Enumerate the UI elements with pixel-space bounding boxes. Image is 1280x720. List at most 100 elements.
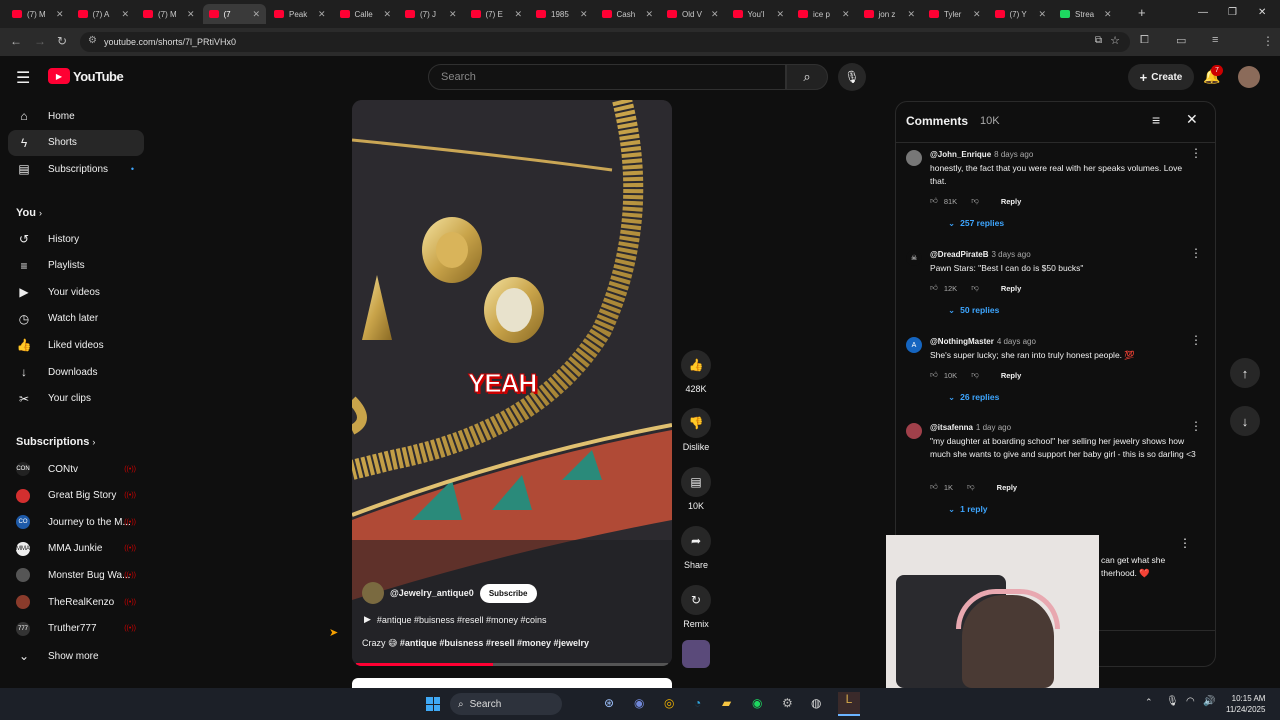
microphone-tray-icon[interactable]: 🎙 <box>1166 696 1179 707</box>
browser-tab[interactable]: ice p ✕ <box>792 4 856 24</box>
hamburger-menu-icon[interactable]: ☰ <box>16 68 30 88</box>
tab-close-icon[interactable]: ✕ <box>707 9 719 20</box>
comment-reply-button[interactable]: Reply <box>1001 197 1021 206</box>
next-video-preview[interactable] <box>352 678 672 688</box>
sidebar-item[interactable]: ↓ Downloads <box>8 359 144 385</box>
comment-like-icon[interactable]: 👍︎ <box>930 283 938 293</box>
close-comments-icon[interactable]: ✕ <box>1186 111 1198 128</box>
tab-close-icon[interactable]: ✕ <box>641 9 653 20</box>
comment-dislike-icon[interactable]: 👎︎ <box>971 283 979 293</box>
install-icon[interactable]: ⧉ <box>1095 35 1102 46</box>
shorts-video-player[interactable]: YEAH @Jewelry_antique0 Subscribe ▶ #anti… <box>352 100 672 666</box>
comment-like-icon[interactable]: 👍︎ <box>930 482 938 492</box>
chrome-icon[interactable]: ◎ <box>664 696 674 710</box>
tab-close-icon[interactable]: ✕ <box>379 9 391 20</box>
comments-button[interactable]: ▤ 10K <box>674 467 718 511</box>
menu-icon[interactable]: ⋮ <box>1262 34 1274 48</box>
file-explorer-icon[interactable]: ▰ <box>722 696 731 710</box>
browser-tab[interactable]: (7) M ✕ <box>6 4 70 24</box>
browser-tab[interactable]: Strea ✕ <box>1054 4 1118 24</box>
sidebar-item[interactable]: ▤ Subscriptions • <box>8 156 144 182</box>
minimize-icon[interactable]: — <box>1198 7 1208 18</box>
tab-close-icon[interactable]: ✕ <box>183 9 195 20</box>
share-button[interactable]: ➦ Share <box>674 526 718 570</box>
subscription-item[interactable]: Monster Bug Wa... ((•)) <box>8 562 144 588</box>
comment-like-icon[interactable]: 👍︎ <box>930 370 938 380</box>
sidebar-item[interactable]: ⌂ Home <box>8 103 144 129</box>
dislike-button[interactable]: 👎 Dislike <box>674 408 718 452</box>
wifi-icon[interactable]: ◠ <box>1186 696 1195 707</box>
comment-more-icon[interactable]: ⋮ <box>1190 146 1202 160</box>
media-icon[interactable]: ≡ <box>1212 34 1218 46</box>
comment-author[interactable]: @DreadPirateB <box>930 250 989 259</box>
clock[interactable]: 10:15 AM 11/24/2025 <box>1226 693 1265 715</box>
subscription-item[interactable]: MMA MMA Junkie ((•)) <box>8 536 144 562</box>
sort-comments-icon[interactable]: ≡ <box>1152 112 1160 128</box>
comment-more-icon[interactable]: ⋮ <box>1190 333 1202 347</box>
channel-name[interactable]: @Jewelry_antique0 <box>390 588 474 598</box>
subscription-item[interactable]: Great Big Story ((•)) <box>8 483 144 509</box>
search-input[interactable]: Search <box>428 64 786 90</box>
site-info-icon[interactable]: ⚙ <box>88 35 97 46</box>
view-replies-button[interactable]: ⌄ 50 replies <box>948 305 999 316</box>
volume-icon[interactable]: 🔊 <box>1203 696 1215 707</box>
comment-avatar[interactable] <box>906 423 922 439</box>
browser-tab[interactable]: jon z ✕ <box>858 4 922 24</box>
browser-tab[interactable]: (7) M ✕ <box>137 4 201 24</box>
browser-tab[interactable]: You'l ✕ <box>727 4 791 24</box>
spotify-icon[interactable]: ◉ <box>752 696 762 710</box>
browser-tab[interactable]: (7) A ✕ <box>72 4 136 24</box>
sidebar-item[interactable]: ▶ Your videos <box>8 279 144 305</box>
subscription-item[interactable]: CO Journey to the M... ((•)) <box>8 509 144 535</box>
subscription-item[interactable]: 777 Truther777 ((•)) <box>8 616 144 642</box>
new-tab-icon[interactable]: + <box>1138 5 1146 20</box>
forward-icon[interactable]: → <box>34 34 46 48</box>
comment-time[interactable]: 3 days ago <box>992 250 1031 259</box>
window-close-icon[interactable]: ✕ <box>1258 7 1266 18</box>
you-section-heading[interactable]: You › <box>16 207 42 219</box>
comment-reply-button[interactable]: Reply <box>1001 284 1021 293</box>
browser-tab[interactable]: (7) E ✕ <box>465 4 529 24</box>
comment-more-icon[interactable]: ⋮ <box>1190 246 1202 260</box>
settings-gear-icon[interactable]: ⚙ <box>782 696 793 710</box>
edge-icon[interactable]: ◔ <box>694 696 701 710</box>
tab-close-icon[interactable]: ✕ <box>52 9 64 20</box>
remix-button[interactable]: ↻ Remix <box>674 585 718 629</box>
search-button[interactable]: ⌕ <box>786 64 828 90</box>
browser-tab[interactable]: 1985 ✕ <box>530 4 594 24</box>
browser-tab[interactable]: Calle ✕ <box>334 4 398 24</box>
browser-tab[interactable]: (7) Y ✕ <box>989 4 1053 24</box>
reload-icon[interactable]: ↻ <box>57 34 67 48</box>
comment-avatar[interactable]: ☠ <box>906 250 922 266</box>
league-client-icon[interactable]: L <box>838 692 860 716</box>
sidebar-item[interactable]: ✂ Your clips <box>8 386 144 412</box>
browser-tab[interactable]: (7 ✕ <box>202 4 266 24</box>
previous-short-button[interactable]: ↑ <box>1230 358 1260 388</box>
comment-avatar[interactable]: A <box>906 337 922 353</box>
subscribe-button[interactable]: Subscribe <box>479 583 537 603</box>
maximize-icon[interactable]: ❐ <box>1228 7 1237 18</box>
youtube-logo[interactable]: ▶ YouTube <box>48 68 124 84</box>
comment-dislike-icon[interactable]: 👎︎ <box>971 370 979 380</box>
comment-time[interactable]: 4 days ago <box>997 337 1036 346</box>
sidepanel-icon[interactable]: ▭ <box>1176 34 1186 47</box>
comment-time[interactable]: 1 day ago <box>976 423 1011 432</box>
tab-close-icon[interactable]: ✕ <box>772 9 784 20</box>
steam-icon[interactable]: ⊛ <box>604 696 614 710</box>
address-bar[interactable]: ⚙ youtube.com/shorts/7l_PRtiVHx0 ⧉ ☆ <box>80 32 1130 52</box>
sidebar-item[interactable]: ◷ Watch later <box>8 306 144 332</box>
tab-close-icon[interactable]: ✕ <box>1034 9 1046 20</box>
comment-author[interactable]: @itsafenna <box>930 423 973 432</box>
sidebar-item[interactable]: ϟ Shorts <box>8 129 144 156</box>
tab-close-icon[interactable]: ✕ <box>510 9 522 20</box>
tab-close-icon[interactable]: ✕ <box>1100 9 1112 20</box>
start-button[interactable] <box>426 697 440 711</box>
extensions-icon[interactable]: ⧠ <box>1140 34 1149 47</box>
comment-author[interactable]: @John_Enrique <box>930 150 991 159</box>
sound-thumbnail[interactable] <box>682 640 710 668</box>
tab-close-icon[interactable]: ✕ <box>445 9 457 20</box>
taskbar-search[interactable]: ⌕ Search <box>450 693 562 715</box>
tab-close-icon[interactable]: ✕ <box>969 9 981 20</box>
comment-reply-button[interactable]: Reply <box>1001 371 1021 380</box>
like-button[interactable]: 👍 428K <box>674 350 718 394</box>
